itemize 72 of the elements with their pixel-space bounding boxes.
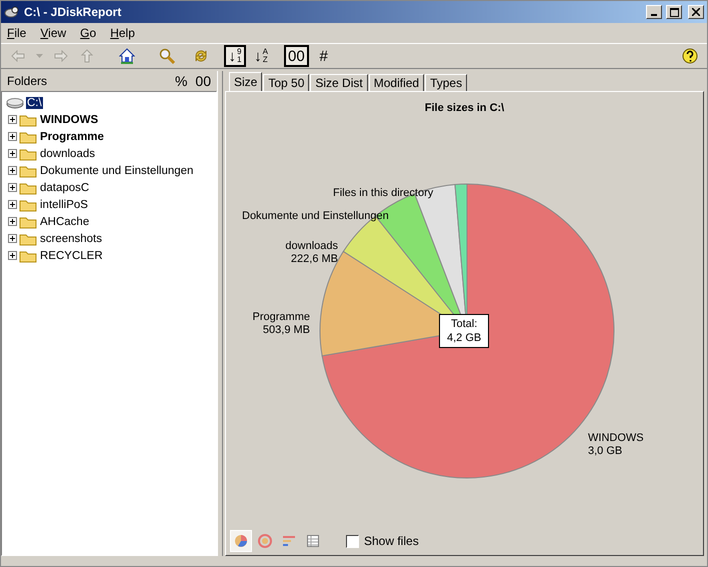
expand-icon [8,200,17,209]
slice-label: Programme 503,9 MB [252,311,310,337]
expand-icon [8,115,17,124]
menu-item[interactable]: Go [80,26,96,40]
chart-title: File sizes in C:\ [424,101,506,114]
tree-item[interactable]: C:\ [26,96,43,108]
expand-icon [8,251,17,260]
tree-item[interactable]: Programme [39,130,105,142]
checkbox[interactable] [346,534,359,548]
app-icon [4,4,20,20]
caret-icon [36,54,43,58]
folder-icon [19,112,37,126]
folder-icon [19,164,37,178]
menu-item[interactable]: Help [110,26,135,40]
bar-chart-icon [282,534,296,548]
back-arrow-icon [11,50,25,62]
folder-icon [19,214,37,228]
folder-icon [19,198,37,212]
tab[interactable]: Modified [368,74,424,91]
view-button[interactable] [230,530,252,552]
tab[interactable]: Size Dist [310,74,368,91]
slice-label: downloads 222,6 MB [285,240,338,266]
tree-item[interactable]: RECYCLER [39,250,104,262]
tree-item[interactable]: intelliPoS [39,198,89,210]
tab[interactable]: Size [229,72,262,91]
ring-chart-icon [258,534,272,548]
folder-icon [19,180,37,194]
expand-icon [8,217,17,226]
tree-item[interactable]: WINDOWS [39,114,100,126]
size-toggle[interactable]: 00 [195,73,211,89]
expand-icon [8,234,17,243]
tab[interactable]: Types [425,74,468,91]
forward-arrow-icon [54,50,68,62]
up-arrow-icon [81,49,93,63]
slice-label: Files in this directory [333,187,434,200]
expand-icon [8,166,17,175]
refresh-icon [193,48,209,64]
minimize-button[interactable] [646,5,662,19]
menu-item[interactable]: File [7,26,26,40]
expand-icon [8,183,17,192]
tree-item[interactable]: downloads [39,148,96,160]
expand-icon [8,132,17,141]
tree-item[interactable]: Dokumente und Einstellungen [39,164,194,176]
tree-item[interactable]: screenshots [39,232,104,244]
close-button[interactable] [688,5,704,19]
table-icon [306,534,320,548]
percent-toggle[interactable]: % [174,73,188,89]
checkbox-label: Show files [364,534,419,548]
slice-label: WINDOWS 3,0 GB [588,432,644,458]
window-title: C:\ - JDiskReport [24,5,122,19]
menu-item[interactable]: View [40,26,66,40]
tab[interactable]: Top 50 [263,74,310,91]
close-icon [692,8,700,16]
folder-icon [19,248,37,262]
unit-toggle[interactable]: 00 [284,45,309,67]
folder-icon [19,146,37,160]
pie-chart-icon [234,534,248,548]
search-icon [159,48,175,64]
tree-item[interactable]: AHCache [39,216,90,228]
drive-icon [6,96,24,108]
folder-icon [19,232,37,246]
maximize-button[interactable] [666,5,682,19]
total-label: Total: 4,2 GB [439,314,490,348]
slice-label: Dokumente und Einstellungen [242,210,389,223]
tree-item[interactable]: dataposC [39,182,90,194]
home-icon [119,48,135,64]
maximize-icon [670,8,678,16]
folder-icon [19,130,37,144]
help-icon [682,48,698,64]
folders-header: Folders [7,74,48,88]
unit-toggle[interactable]: # [312,45,335,67]
expand-icon [8,149,17,158]
